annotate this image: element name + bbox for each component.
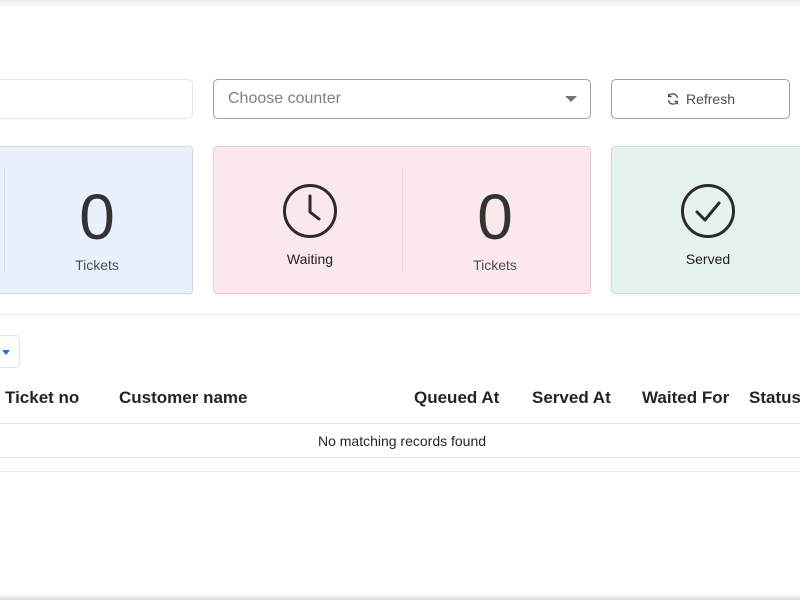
waiting-count-label: Tickets <box>473 257 517 273</box>
tickets-card: 0 Tickets <box>0 146 193 294</box>
table-row-border <box>0 457 800 458</box>
chevron-down-icon <box>565 96 577 102</box>
column-header-ticket-no[interactable]: Ticket no <box>5 388 79 408</box>
card-divider <box>4 169 5 273</box>
tickets-count-label: Tickets <box>75 257 119 273</box>
top-shadow <box>0 0 800 8</box>
table-footer-border <box>0 471 800 472</box>
waiting-count: 0 <box>477 181 513 253</box>
counter-select-placeholder: Choose counter <box>228 90 341 107</box>
table-empty-message: No matching records found <box>317 433 487 449</box>
search-input[interactable] <box>0 79 193 119</box>
column-header-status[interactable]: Status <box>749 388 800 408</box>
waiting-card: Waiting 0 Tickets <box>213 146 591 294</box>
column-header-queued-at[interactable]: Queued At <box>414 388 499 408</box>
served-card: Served <box>611 146 800 294</box>
column-header-waited-for[interactable]: Waited For <box>642 388 729 408</box>
column-header-served-at[interactable]: Served At <box>532 388 611 408</box>
counter-select[interactable]: Choose counter <box>213 79 591 119</box>
chevron-down-icon <box>2 350 10 355</box>
refresh-icon <box>667 93 679 105</box>
clock-icon <box>283 184 337 238</box>
card-divider <box>402 169 403 273</box>
section-divider <box>0 314 800 315</box>
column-header-customer-name[interactable]: Customer name <box>119 388 247 408</box>
waiting-label: Waiting <box>286 251 334 267</box>
refresh-button[interactable]: Refresh <box>611 79 790 119</box>
check-circle-icon <box>681 184 735 238</box>
refresh-button-label: Refresh <box>685 91 736 107</box>
table-header-border <box>0 423 800 424</box>
served-label: Served <box>685 251 731 267</box>
page-size-select[interactable] <box>0 335 20 368</box>
bottom-edge <box>0 594 800 600</box>
tickets-count: 0 <box>79 181 115 253</box>
